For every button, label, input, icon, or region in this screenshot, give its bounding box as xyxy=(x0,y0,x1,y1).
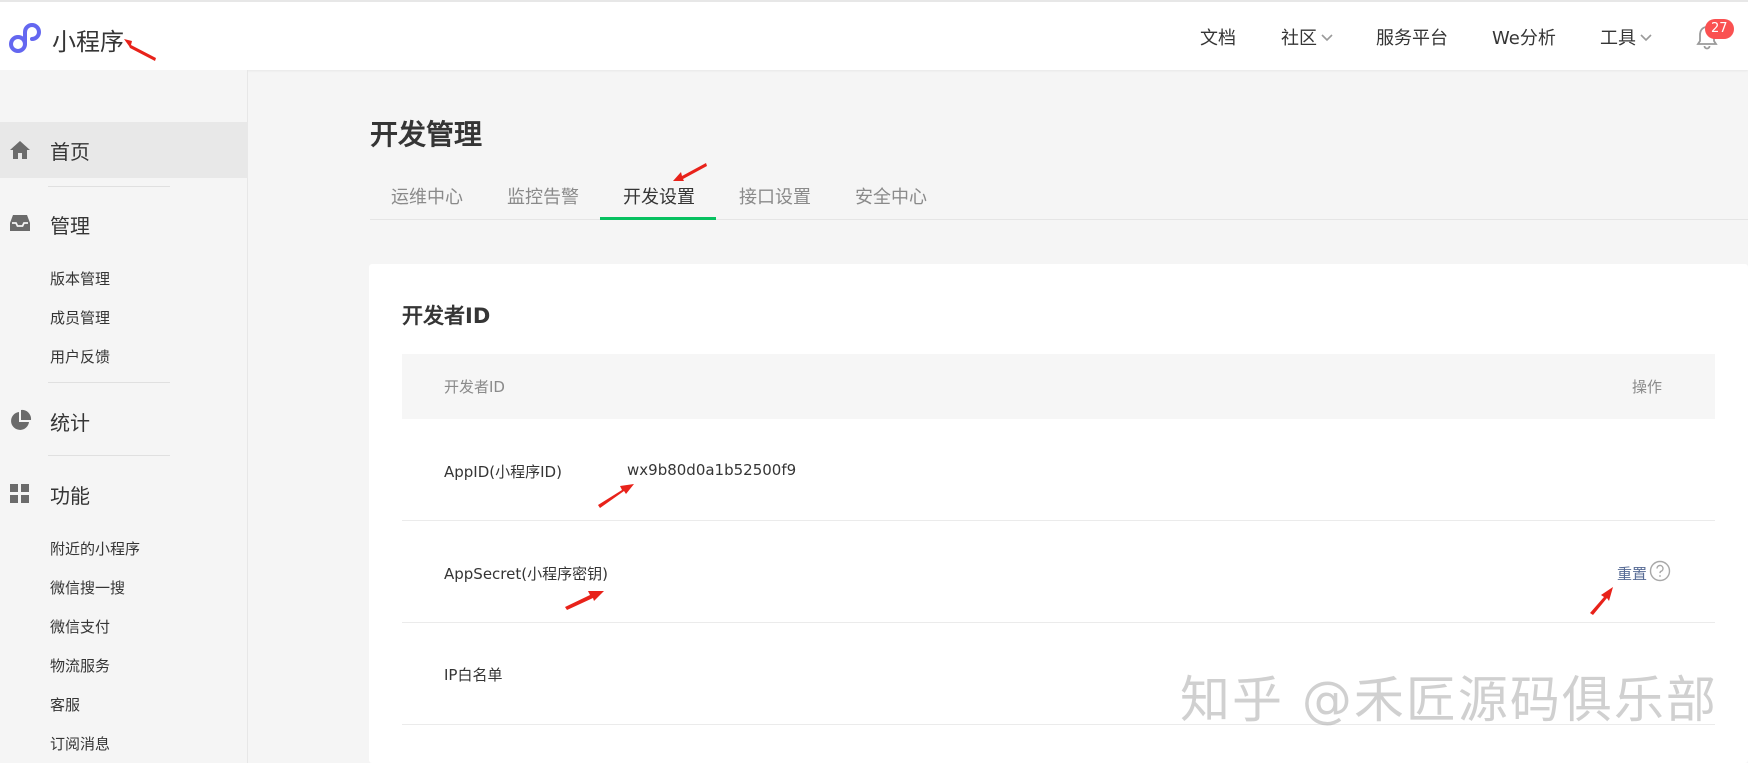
sidebar-section-stats[interactable]: 统计 xyxy=(50,407,90,436)
sidebar-item-nearby[interactable]: 附近的小程序 xyxy=(50,538,140,559)
nav-we-analysis[interactable]: We分析 xyxy=(1492,24,1556,50)
table-header: 开发者ID 操作 xyxy=(402,354,1715,419)
tab-security-center[interactable]: 安全中心 xyxy=(855,183,927,209)
brand-name[interactable]: 小程序 xyxy=(52,22,124,57)
sidebar-item-subscribe-message[interactable]: 订阅消息 xyxy=(50,733,110,754)
nav-community[interactable]: 社区 xyxy=(1281,24,1333,50)
sidebar-section-features[interactable]: 功能 xyxy=(50,480,90,509)
tab-ops-center[interactable]: 运维中心 xyxy=(391,183,463,209)
sidebar-item-home[interactable]: 首页 xyxy=(0,122,248,178)
pie-chart-icon xyxy=(11,409,32,430)
tab-monitoring[interactable]: 监控告警 xyxy=(507,183,579,209)
home-icon xyxy=(10,141,30,159)
table-row-divider xyxy=(402,622,1715,623)
miniprogram-logo-icon[interactable] xyxy=(8,20,44,56)
watermark: 知乎 @禾匠源码俱乐部 xyxy=(1180,671,1718,729)
ip-whitelist-label: IP白名单 xyxy=(444,666,503,684)
nav-docs[interactable]: 文档 xyxy=(1200,24,1236,50)
sidebar-label-home: 首页 xyxy=(50,140,90,164)
grid-icon xyxy=(10,484,29,503)
tabs-divider xyxy=(370,219,1748,220)
nav-tools[interactable]: 工具 xyxy=(1600,24,1652,50)
sidebar-item-wechat-search[interactable]: 微信搜一搜 xyxy=(50,577,125,598)
column-header-actions: 操作 xyxy=(1632,378,1663,396)
sidebar-divider xyxy=(48,382,170,383)
appid-label: AppID(小程序ID) xyxy=(444,463,562,481)
sidebar-section-manage[interactable]: 管理 xyxy=(50,210,90,239)
sidebar-item-customer-service[interactable]: 客服 xyxy=(50,694,80,715)
sidebar: 首页 管理 版本管理 成员管理 用户反馈 统计 功能 附近的小程序 微信搜一搜 … xyxy=(0,70,248,763)
sidebar-item-feedback[interactable]: 用户反馈 xyxy=(50,346,110,367)
table-row-divider xyxy=(402,520,1715,521)
reset-secret-link[interactable]: 重置 xyxy=(1617,563,1647,584)
sidebar-item-wechat-pay[interactable]: 微信支付 xyxy=(50,616,110,637)
chevron-down-icon xyxy=(1321,34,1333,42)
tab-api-settings[interactable]: 接口设置 xyxy=(739,183,811,209)
sidebar-divider xyxy=(48,455,170,456)
tab-dev-settings[interactable]: 开发设置 xyxy=(623,183,695,209)
top-header: 小程序 文档 社区 服务平台 We分析 工具 27 xyxy=(0,0,1748,70)
sidebar-divider xyxy=(48,186,170,187)
active-tab-indicator xyxy=(600,217,716,220)
chevron-down-icon xyxy=(1640,34,1652,42)
sidebar-item-members[interactable]: 成员管理 xyxy=(50,307,110,328)
sidebar-item-logistics[interactable]: 物流服务 xyxy=(50,655,110,676)
help-icon[interactable] xyxy=(1649,560,1671,582)
page-title: 开发管理 xyxy=(370,118,483,151)
notification-badge[interactable]: 27 xyxy=(1705,19,1734,39)
sidebar-item-version[interactable]: 版本管理 xyxy=(50,268,110,289)
appsecret-label: AppSecret(小程序密钥) xyxy=(444,565,608,583)
card-title: 开发者ID xyxy=(402,304,491,328)
appid-value: wx9b80d0a1b52500f9 xyxy=(627,461,797,479)
column-header-developer-id: 开发者ID xyxy=(444,378,505,396)
nav-service-platform[interactable]: 服务平台 xyxy=(1376,24,1448,50)
inbox-icon xyxy=(10,215,30,231)
annotation-arrow xyxy=(673,163,707,181)
